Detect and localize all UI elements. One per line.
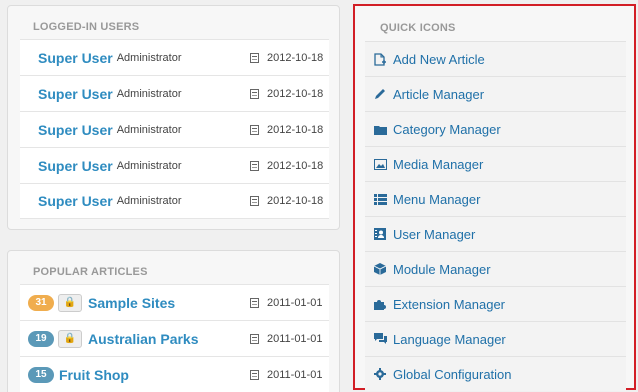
article-link[interactable]: Fruit Shop bbox=[59, 367, 129, 383]
date: 2011-01-01 bbox=[250, 369, 322, 381]
date-text: 2012-10-18 bbox=[267, 159, 324, 172]
table-row: Super User Administrator 2012-10-18 bbox=[20, 39, 329, 75]
quick-icon-label: Menu Manager bbox=[393, 191, 481, 207]
user-role: Administrator bbox=[116, 195, 182, 207]
date: 2012-10-18 bbox=[250, 195, 323, 207]
user-link[interactable]: Super User bbox=[38, 193, 113, 209]
calendar-icon bbox=[250, 160, 259, 171]
cube-icon bbox=[373, 262, 387, 276]
popular-articles-panel: POPULAR ARTICLES 31 🔒 Sample Sites 2011-… bbox=[7, 250, 340, 392]
calendar-icon bbox=[250, 333, 259, 344]
user-link[interactable]: Super User bbox=[38, 122, 113, 138]
date-text: 2011-01-01 bbox=[267, 368, 323, 381]
user-link[interactable]: Super User bbox=[38, 86, 113, 102]
date-text: 2011-01-01 bbox=[267, 332, 323, 345]
cog-icon bbox=[373, 367, 387, 381]
date: 2011-01-01 bbox=[250, 333, 322, 345]
quick-icon-label: Module Manager bbox=[393, 261, 491, 277]
quick-icon-label: User Manager bbox=[393, 226, 476, 242]
lock-icon: 🔒 bbox=[58, 293, 82, 312]
comments-icon bbox=[373, 332, 387, 346]
date-text: 2012-10-18 bbox=[267, 195, 324, 207]
quick-icon-global-configuration[interactable]: Global Configuration bbox=[365, 356, 626, 391]
quick-icon-module-manager[interactable]: Module Manager bbox=[365, 251, 626, 286]
calendar-icon bbox=[250, 124, 259, 135]
logged-in-users-panel: LOGGED-IN USERS Super User Administrator… bbox=[7, 5, 340, 230]
logged-in-users-title: LOGGED-IN USERS bbox=[33, 21, 140, 33]
hits-badge: 15 bbox=[28, 366, 54, 383]
table-row: 31 🔒 Sample Sites 2011-01-01 bbox=[20, 284, 329, 320]
user-role: Administrator bbox=[116, 87, 182, 100]
image-icon bbox=[373, 157, 387, 171]
article-link[interactable]: Australian Parks bbox=[88, 331, 199, 347]
calendar-icon bbox=[250, 297, 259, 308]
date: 2012-10-18 bbox=[250, 52, 323, 64]
quick-icon-menu-manager[interactable]: Menu Manager bbox=[365, 181, 626, 216]
quick-icon-label: Language Manager bbox=[393, 331, 506, 347]
user-link[interactable]: Super User bbox=[38, 50, 113, 66]
quick-icon-label: Extension Manager bbox=[393, 296, 506, 312]
calendar-icon bbox=[250, 196, 259, 206]
calendar-icon bbox=[250, 52, 259, 63]
lock-icon: 🔒 bbox=[58, 329, 82, 348]
quick-icon-language-manager[interactable]: Language Manager bbox=[365, 321, 626, 356]
quick-icon-article-manager[interactable]: Article Manager bbox=[365, 76, 626, 111]
article-link[interactable]: Sample Sites bbox=[88, 295, 175, 311]
quick-icon-user-manager[interactable]: User Manager bbox=[365, 216, 626, 251]
date: 2011-01-01 bbox=[250, 297, 322, 309]
user-icon bbox=[373, 227, 387, 241]
quick-icon-label: Global Configuration bbox=[393, 366, 512, 382]
user-role: Administrator bbox=[116, 51, 182, 64]
user-link[interactable]: Super User bbox=[38, 158, 113, 174]
table-row: Super User Administrator 2012-10-18 bbox=[20, 75, 329, 111]
quick-icons-panel: QUICK ICONS Add New Article Article Mana… bbox=[353, 4, 636, 391]
table-row: 15 Fruit Shop 2011-01-01 bbox=[20, 356, 329, 392]
quick-icon-add-new-article[interactable]: Add New Article bbox=[365, 41, 626, 76]
quick-icon-label: Add New Article bbox=[393, 51, 485, 67]
calendar-icon bbox=[250, 369, 259, 380]
user-role: Administrator bbox=[116, 159, 182, 172]
puzzle-icon bbox=[373, 297, 387, 311]
quick-icon-category-manager[interactable]: Category Manager bbox=[365, 111, 626, 146]
quick-icon-label: Media Manager bbox=[393, 156, 484, 172]
date-text: 2012-10-18 bbox=[267, 51, 324, 64]
date: 2012-10-18 bbox=[250, 124, 323, 136]
pencil-icon bbox=[373, 87, 387, 101]
date-text: 2012-10-18 bbox=[267, 123, 324, 136]
date-text: 2012-10-18 bbox=[267, 87, 324, 100]
folder-icon bbox=[373, 122, 387, 136]
date: 2012-10-18 bbox=[250, 160, 323, 172]
table-row: 19 🔒 Australian Parks 2011-01-01 bbox=[20, 320, 329, 356]
date: 2012-10-18 bbox=[250, 88, 323, 100]
table-row: Super User Administrator 2012-10-18 bbox=[20, 111, 329, 147]
quick-icon-extension-manager[interactable]: Extension Manager bbox=[365, 286, 626, 321]
hits-badge: 19 bbox=[28, 330, 54, 347]
hits-badge: 31 bbox=[28, 294, 54, 311]
new-article-icon bbox=[373, 52, 387, 66]
popular-articles-title: POPULAR ARTICLES bbox=[33, 266, 148, 278]
quick-icon-label: Category Manager bbox=[393, 121, 501, 137]
date-text: 2011-01-01 bbox=[267, 296, 323, 309]
quick-icon-media-manager[interactable]: Media Manager bbox=[365, 146, 626, 181]
calendar-icon bbox=[250, 88, 259, 99]
user-role: Administrator bbox=[116, 123, 182, 136]
quick-icon-label: Article Manager bbox=[393, 86, 485, 102]
list-icon bbox=[373, 192, 387, 206]
table-row: Super User Administrator 2012-10-18 bbox=[20, 147, 329, 183]
quick-icons-title: QUICK ICONS bbox=[380, 22, 456, 34]
table-row: Super User Administrator 2012-10-18 bbox=[20, 183, 329, 219]
